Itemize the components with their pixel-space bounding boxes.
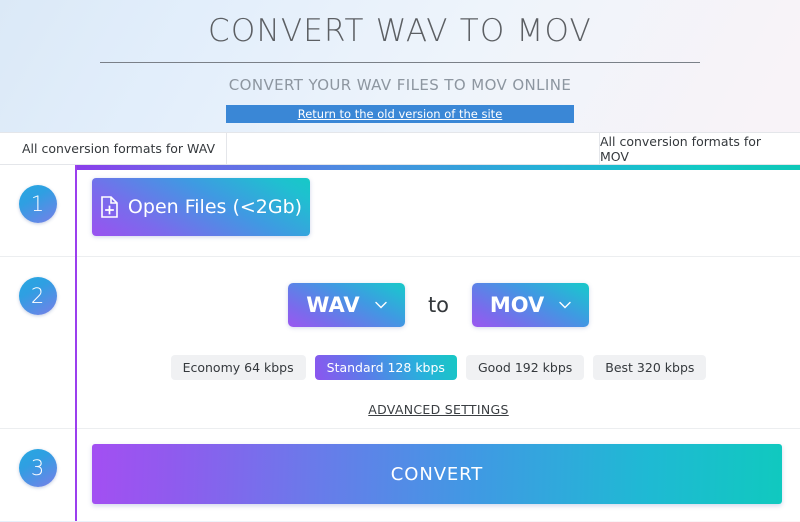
format-selection-row: WAV to MOV — [287, 283, 590, 327]
page-header: CONVERT WAV TO MOV CONVERT YOUR WAV FILE… — [0, 0, 800, 123]
old-version-container: Return to the old version of the site — [0, 105, 800, 123]
target-format-dropdown[interactable]: MOV — [472, 283, 590, 327]
source-format-dropdown[interactable]: WAV — [287, 283, 405, 327]
open-files-button[interactable]: Open Files (<2Gb) — [92, 178, 310, 236]
page-title: CONVERT WAV TO MOV — [208, 13, 592, 49]
chevron-down-icon — [559, 301, 571, 309]
advanced-settings-link[interactable]: ADVANCED SETTINGS — [368, 402, 508, 417]
step-3-body: CONVERT — [75, 429, 800, 504]
open-files-label: Open Files (<2Gb) — [127, 196, 303, 218]
top-gradient-bar — [75, 165, 800, 170]
all-formats-source-link[interactable]: All conversion formats for WAV — [0, 133, 227, 164]
step-2-number-column: 2 — [0, 257, 75, 315]
converter-card: 1 Open Files (<2Gb) 2 WAV to MOV Economy… — [0, 165, 800, 521]
return-old-version-link[interactable]: Return to the old version of the site — [226, 105, 574, 123]
step-row-3: 3 CONVERT — [0, 429, 800, 521]
quality-option-economy[interactable]: Economy 64 kbps — [170, 355, 306, 380]
quality-option-good[interactable]: Good 192 kbps — [465, 355, 585, 380]
quality-options-row: Economy 64 kbps Standard 128 kbps Good 1… — [170, 355, 707, 380]
source-format-label: WAV — [306, 293, 360, 317]
target-format-label: MOV — [489, 293, 545, 317]
to-separator-label: to — [427, 293, 450, 317]
conversion-formats-strip: All conversion formats for WAV All conve… — [0, 132, 800, 165]
title-divider — [100, 62, 700, 63]
step-1-body: Open Files (<2Gb) — [75, 165, 800, 236]
step-3-badge: 3 — [18, 449, 57, 487]
document-plus-icon — [101, 196, 118, 218]
left-accent-line — [75, 165, 77, 521]
step-row-2: 2 WAV to MOV Economy 64 kbps Standard 12… — [0, 257, 800, 429]
convert-button[interactable]: CONVERT — [92, 444, 782, 504]
step-1-badge: 1 — [18, 185, 57, 223]
step-row-1: 1 Open Files (<2Gb) — [0, 165, 800, 257]
step-2-body: WAV to MOV Economy 64 kbps Standard 128 … — [75, 257, 800, 417]
quality-option-best[interactable]: Best 320 kbps — [593, 355, 707, 380]
step-1-number-column: 1 — [0, 165, 75, 223]
step-3-number-column: 3 — [0, 429, 75, 487]
formats-strip-spacer — [227, 133, 600, 164]
all-formats-target-link[interactable]: All conversion formats for MOV — [600, 133, 800, 164]
quality-option-standard[interactable]: Standard 128 kbps — [314, 355, 457, 380]
chevron-down-icon — [374, 301, 387, 309]
page-subtitle: CONVERT YOUR WAV FILES TO MOV ONLINE — [228, 76, 572, 94]
step-2-badge: 2 — [18, 277, 57, 315]
